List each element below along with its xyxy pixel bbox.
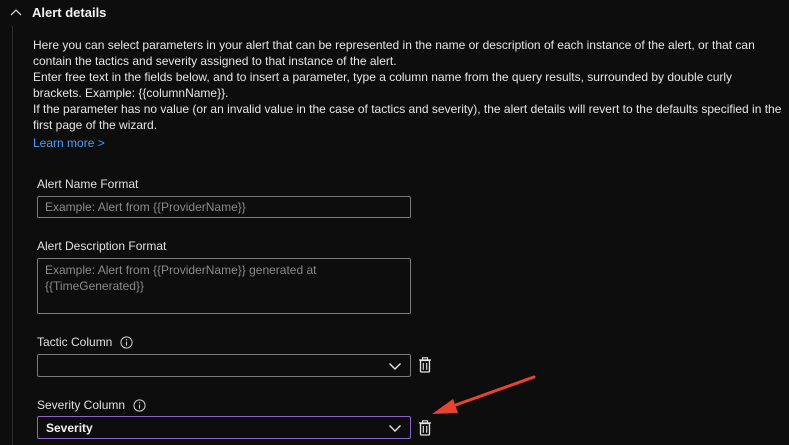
- chevron-down-icon: [388, 421, 402, 435]
- label-text: Alert Description Format: [37, 239, 167, 253]
- section-description: Here you can select parameters in your a…: [33, 37, 783, 133]
- alert-name-format-input[interactable]: [37, 196, 411, 218]
- severity-column-dropdown[interactable]: Severity: [37, 416, 411, 439]
- description-paragraph: If the parameter has no value (or an inv…: [33, 102, 782, 132]
- label-text: Severity Column: [37, 398, 126, 412]
- label-text: Alert Name Format: [37, 177, 139, 191]
- info-icon[interactable]: [133, 398, 146, 412]
- label-text: Tactic Column: [37, 335, 113, 349]
- section-divider: [12, 26, 13, 445]
- delete-tactic-column-trash-icon[interactable]: [418, 357, 432, 373]
- annotation-arrow-icon: [432, 375, 536, 414]
- description-paragraph: Here you can select parameters in your a…: [33, 38, 755, 68]
- info-icon[interactable]: [120, 335, 133, 349]
- dropdown-value: Severity: [46, 420, 93, 435]
- tactic-column-label: Tactic Column: [37, 335, 133, 349]
- section-title: Alert details: [32, 4, 107, 20]
- alert-details-header[interactable]: Alert details: [8, 2, 106, 22]
- tactic-column-dropdown[interactable]: [37, 354, 411, 377]
- learn-more-link[interactable]: Learn more >: [33, 136, 105, 150]
- delete-severity-column-trash-icon[interactable]: [418, 420, 432, 436]
- chevron-down-icon: [388, 359, 402, 373]
- severity-column-label: Severity Column: [37, 398, 146, 412]
- description-paragraph: Enter free text in the fields below, and…: [33, 70, 733, 100]
- alert-name-format-label: Alert Name Format: [37, 177, 138, 191]
- chevron-up-icon[interactable]: [8, 4, 24, 20]
- alert-description-format-label: Alert Description Format: [37, 239, 166, 253]
- alert-description-format-input[interactable]: [37, 258, 411, 314]
